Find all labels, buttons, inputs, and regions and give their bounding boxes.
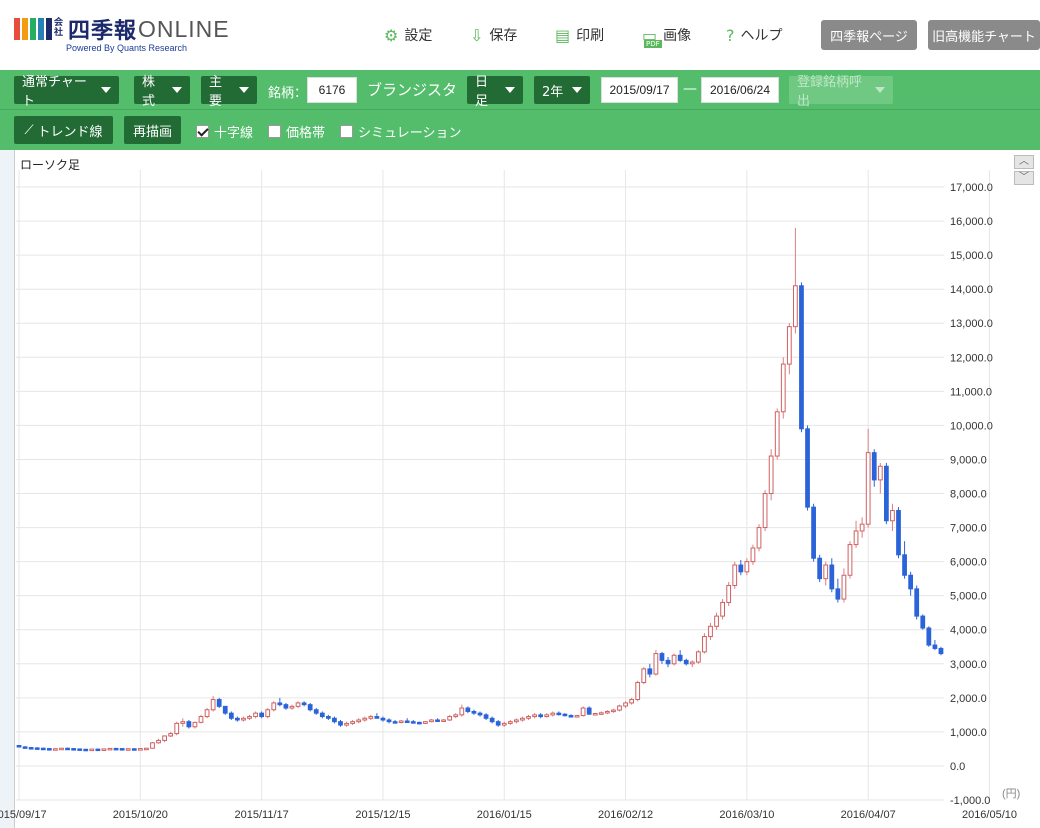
pdf-image-icon: ▭ PDF [642,25,662,48]
logo-online: ONLINE [138,16,230,42]
price-band-label: 価格帯 [286,126,326,141]
stock-name: ブランジスタ [367,81,458,99]
logo-kaisha: 会社 [54,18,64,38]
range-dropdown[interactable]: 2年 [534,76,590,104]
chart-toolbar-primary: 通常チャート 株式 主要 銘柄： 6176 ブランジスタ 日足 2年 2015/… [0,70,1040,110]
period-unit-value: 日足 [475,75,489,109]
asset-type-value: 株式 [142,75,156,109]
date-to-input[interactable]: 2016/06/24 [701,77,779,103]
chart-title: ローソク足 [20,158,81,172]
chart-mode-value: 通常チャート [22,75,87,109]
stock-code-label: 銘柄： [268,86,308,101]
chevron-down-icon [875,87,885,93]
crosshair-label: 十字線 [214,126,254,141]
nav-settings[interactable]: ⚙ 設定 [384,24,432,46]
scroll-up-icon[interactable]: ︿ [1014,155,1034,169]
left-edge [0,70,14,828]
chart-mode-dropdown[interactable]: 通常チャート [14,75,119,109]
chart-area[interactable] [14,150,1040,828]
app-header: 会社 四季報 ONLINE Powered By Quants Research… [0,0,1040,70]
chevron-down-icon [101,87,111,93]
range-value: 2年 [542,84,564,100]
date-separator: — [683,81,697,97]
chevron-down-icon [239,87,249,93]
saved-stocks-label: 登録銘柄呼出 [797,75,863,109]
category-dropdown[interactable]: 主要 [201,75,257,109]
shikiho-page-button[interactable]: 四季報ページ [821,20,917,50]
stock-code-input[interactable]: 6176 [307,77,357,103]
chevron-down-icon [572,87,582,93]
trend-line-button[interactable]: ⟋ トレンド線 [14,116,113,144]
nav-save-label: 保存 [489,28,518,44]
old-chart-button[interactable]: 旧高機能チャート [928,20,1040,50]
gear-icon: ⚙ [384,25,399,45]
nav-settings-label: 設定 [404,28,433,44]
shikiho-online-logo[interactable]: 会社 四季報 ONLINE Powered By Quants Research [14,10,254,60]
pdf-badge: PDF [644,39,662,48]
redraw-button[interactable]: 再描画 [124,116,181,144]
checkbox-empty-icon [340,125,353,138]
trend-line-icon: ⟋ [24,122,34,138]
simulation-checkbox[interactable]: シミュレーション [340,122,461,141]
nav-help-label: ヘルプ [740,28,783,44]
logo-title: 四季報 [68,18,138,44]
crosshair-checkbox[interactable]: 十字線 [196,122,253,141]
chevron-down-icon [505,87,515,93]
category-value: 主要 [209,75,223,109]
help-icon: ? [726,25,735,45]
nav-image[interactable]: ▭ PDF 画像 [642,24,692,48]
chevron-down-icon [172,87,182,93]
saved-stocks-dropdown[interactable]: 登録銘柄呼出 [789,75,893,109]
nav-save[interactable]: ⇩ 保存 [470,24,517,46]
period-unit-dropdown[interactable]: 日足 [467,75,523,109]
checkbox-checked-icon [196,125,209,138]
logo-subtitle: Powered By Quants Research [66,43,188,53]
checkbox-empty-icon [268,125,281,138]
nav-image-label: 画像 [663,28,692,44]
download-icon: ⇩ [470,25,484,45]
nav-print[interactable]: ▤ 印刷 [555,24,604,46]
date-from-input[interactable]: 2015/09/17 [601,77,678,103]
price-band-checkbox[interactable]: 価格帯 [268,122,325,141]
nav-print-label: 印刷 [576,28,605,44]
trend-line-label: トレンド線 [37,124,103,140]
asset-type-dropdown[interactable]: 株式 [134,75,190,109]
chart-toolbar-secondary: ⟋ トレンド線 再描画 十字線 価格帯 シミュレーション [0,110,1040,150]
scroll-down-icon[interactable]: ﹀ [1014,171,1034,185]
simulation-label: シミュレーション [358,126,462,141]
nav-help[interactable]: ? ヘルプ [726,24,783,46]
logo-bars-icon [14,18,52,40]
printer-icon: ▤ [555,25,571,45]
